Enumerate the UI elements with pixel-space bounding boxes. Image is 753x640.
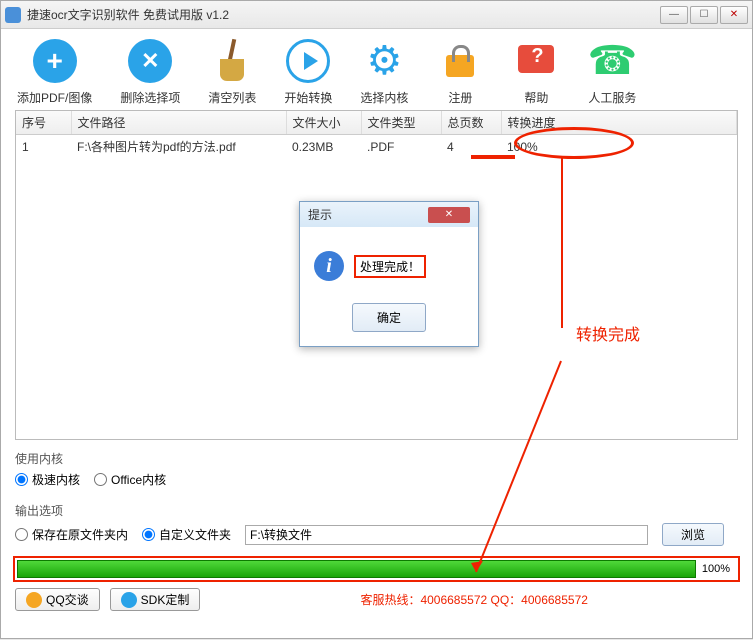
ok-button[interactable]: 确定 <box>352 303 426 332</box>
titlebar: 捷速ocr文字识别软件 免费试用版 v1.2 — ☐ ✕ <box>1 1 752 29</box>
progress-container: 100% <box>13 556 740 582</box>
main-window: 捷速ocr文字识别软件 免费试用版 v1.2 — ☐ ✕ 添加PDF/图像 删除… <box>0 0 753 639</box>
row-path: F:\各种图片转为pdf的方法.pdf <box>71 135 286 159</box>
custom-folder-radio[interactable]: 自定义文件夹 <box>142 526 231 543</box>
sdk-icon <box>121 592 137 608</box>
row-size: 0.23MB <box>286 135 361 159</box>
dialog-title-text: 提示 <box>308 206 332 223</box>
lock-icon <box>442 43 478 79</box>
dialog-close-button[interactable]: ✕ <box>428 207 470 223</box>
maximize-button[interactable]: ☐ <box>690 6 718 24</box>
plus-icon <box>33 39 77 83</box>
annotation-arrow-line-1 <box>561 158 563 328</box>
x-icon <box>128 39 172 83</box>
fast-kernel-radio[interactable]: 极速内核 <box>15 471 80 488</box>
col-pages[interactable]: 总页数 <box>441 111 501 135</box>
row-seq: 1 <box>16 135 71 159</box>
progress-bar <box>17 560 696 578</box>
col-path[interactable]: 文件路径 <box>71 111 286 135</box>
output-path-input[interactable] <box>245 525 648 545</box>
progress-percent: 100% <box>696 563 736 575</box>
row-type: .PDF <box>361 135 441 159</box>
clear-list-button[interactable]: 清空列表 <box>208 37 256 106</box>
original-folder-radio[interactable]: 保存在原文件夹内 <box>15 526 128 543</box>
minimize-button[interactable]: — <box>660 6 688 24</box>
toolbar: 添加PDF/图像 删除选择项 清空列表 开始转换 选择内核 注册 帮助 人工服 <box>1 29 752 110</box>
delete-button[interactable]: 删除选择项 <box>120 37 180 106</box>
app-icon <box>5 7 21 23</box>
gear-icon <box>366 41 402 81</box>
qq-icon <box>26 592 42 608</box>
output-section-label: 输出选项 <box>15 502 752 519</box>
dialog-titlebar: 提示 ✕ <box>300 202 478 227</box>
dialog-message: 处理完成！ <box>354 255 426 278</box>
help-button[interactable]: 帮助 <box>512 37 560 106</box>
close-button[interactable]: ✕ <box>720 6 748 24</box>
browse-button[interactable]: 浏览 <box>662 523 724 546</box>
qq-chat-button[interactable]: QQ交谈 <box>15 588 100 611</box>
register-button[interactable]: 注册 <box>436 37 484 106</box>
window-title: 捷速ocr文字识别软件 免费试用版 v1.2 <box>27 6 660 23</box>
kernel-section-label: 使用内核 <box>15 450 752 467</box>
annotation-text: 转换完成 <box>576 321 640 345</box>
broom-icon <box>212 39 252 83</box>
sdk-button[interactable]: SDK定制 <box>110 588 201 611</box>
hotline-text: 客服热线：4006685572 QQ：4006685572 <box>210 591 738 608</box>
col-type[interactable]: 文件类型 <box>361 111 441 135</box>
message-dialog: 提示 ✕ i 处理完成！ 确定 <box>299 201 479 347</box>
table-row[interactable]: 1 F:\各种图片转为pdf的方法.pdf 0.23MB .PDF 4 100% <box>16 135 737 159</box>
select-kernel-button[interactable]: 选择内核 <box>360 37 408 106</box>
row-pages: 4 <box>441 135 501 159</box>
play-icon <box>286 39 330 83</box>
start-convert-button[interactable]: 开始转换 <box>284 37 332 106</box>
info-icon: i <box>314 251 344 281</box>
office-kernel-radio[interactable]: Office内核 <box>94 471 166 488</box>
row-progress: 100% <box>501 135 737 159</box>
add-file-button[interactable]: 添加PDF/图像 <box>17 37 92 106</box>
col-seq[interactable]: 序号 <box>16 111 71 135</box>
help-icon <box>516 43 556 79</box>
col-size[interactable]: 文件大小 <box>286 111 361 135</box>
phone-icon <box>588 41 638 81</box>
service-button[interactable]: 人工服务 <box>588 37 636 106</box>
col-progress[interactable]: 转换进度 <box>501 111 737 135</box>
